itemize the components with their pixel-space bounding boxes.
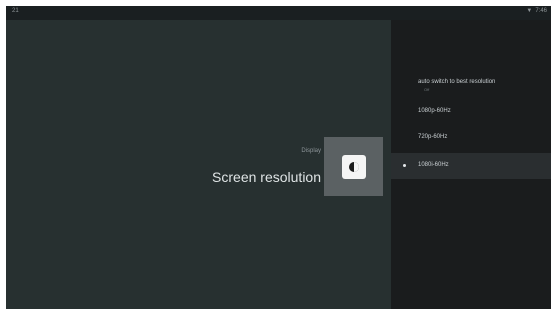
settings-header-pane: Display Screen resolution bbox=[6, 20, 391, 309]
option-auto-switch[interactable]: auto switch to best resolution Off bbox=[391, 70, 551, 96]
status-bar: 21 ▼ 7:46 bbox=[6, 6, 551, 20]
option-label: 1080p-60Hz bbox=[418, 108, 451, 114]
option-720p-60hz[interactable]: 720p-60Hz bbox=[391, 125, 551, 151]
wifi-icon: ▼ bbox=[526, 8, 533, 14]
settings-icon-tile bbox=[324, 137, 383, 196]
page-title: Screen resolution bbox=[212, 169, 321, 185]
status-left-text: 21 bbox=[12, 8, 19, 14]
tv-screen: 21 ▼ 7:46 Display Screen resolution auto… bbox=[6, 6, 551, 309]
option-1080p-60hz[interactable]: 1080p-60Hz bbox=[391, 99, 551, 125]
option-sublabel: Off bbox=[424, 87, 430, 92]
option-1080i-60hz[interactable]: 1080i-60Hz bbox=[391, 153, 551, 179]
selected-indicator-icon bbox=[403, 164, 406, 167]
option-label: 720p-60Hz bbox=[418, 134, 448, 140]
display-icon bbox=[341, 154, 366, 179]
brightness-glyph bbox=[348, 161, 359, 172]
option-label: 1080i-60Hz bbox=[418, 162, 449, 168]
option-label: auto switch to best resolution bbox=[418, 79, 496, 85]
status-right: ▼ 7:46 bbox=[526, 8, 547, 14]
settings-category: Display bbox=[301, 148, 321, 154]
resolution-options-list: auto switch to best resolution Off 1080p… bbox=[391, 20, 551, 309]
clock: 7:46 bbox=[535, 8, 547, 14]
